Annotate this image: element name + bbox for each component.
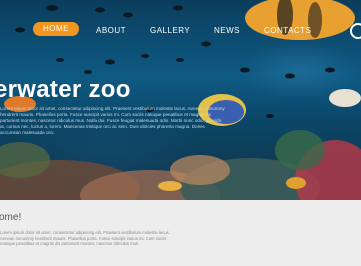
nav-contacts[interactable]: CONTACTS	[264, 24, 311, 38]
nav-home[interactable]: HOME	[33, 22, 79, 36]
nav-gallery[interactable]: GALLERY	[150, 24, 190, 38]
hero-title: erwater zoo	[0, 76, 131, 103]
hero-banner: HOME ABOUT GALLERY NEWS CONTACTS erwater…	[0, 0, 361, 200]
hero-description: Lorem ipsum dolor sit amet, consectetur …	[0, 106, 225, 135]
nav-news[interactable]: NEWS	[214, 24, 240, 38]
main-nav: HOME ABOUT GALLERY NEWS CONTACTS	[0, 18, 361, 44]
intro-title: come!	[0, 212, 22, 223]
intro-text: Lorem ipsum dolor sit amet, consectetur …	[0, 230, 170, 246]
social-link-icon[interactable]	[350, 23, 361, 39]
nav-about[interactable]: ABOUT	[96, 24, 126, 38]
